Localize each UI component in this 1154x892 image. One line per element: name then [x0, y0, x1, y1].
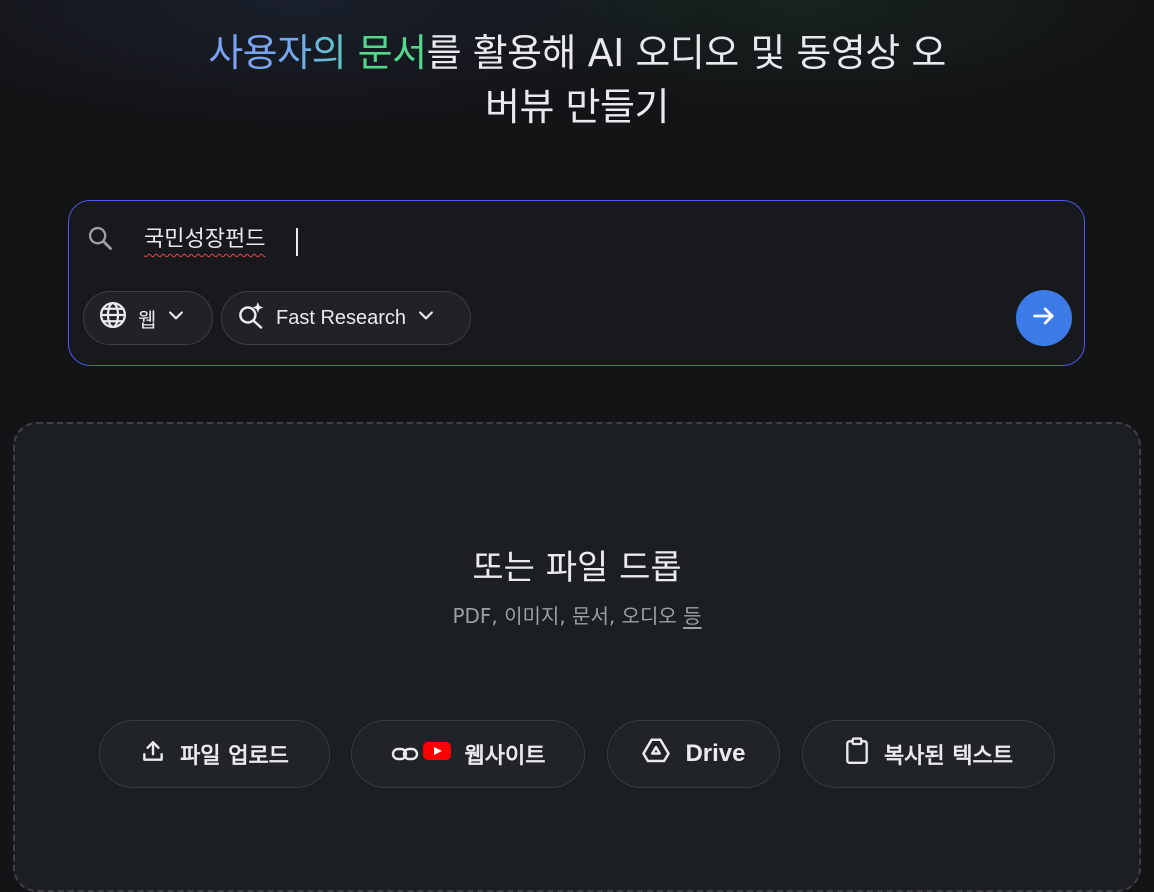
headline-rest: 를 활용해 AI 오디오 및 동영상 오: [426, 31, 947, 75]
source-type-label: 웹: [138, 309, 157, 332]
research-mode-dropdown[interactable]: Fast Research: [221, 291, 471, 345]
headline-highlight-user: 사용자의: [208, 31, 347, 75]
submit-button[interactable]: [1016, 290, 1072, 346]
drop-zone-subtitle: PDF, 이미지, 문서, 오디오 등: [452, 604, 702, 628]
more-file-types-link[interactable]: 등: [683, 604, 701, 628]
source-type-dropdown[interactable]: 웹: [83, 291, 213, 345]
drop-zone-title: 또는 파일 드롭: [472, 548, 682, 588]
website-button[interactable]: 웹사이트: [351, 720, 585, 788]
drive-button[interactable]: Drive: [607, 720, 780, 788]
drive-icon: [641, 736, 671, 773]
paste-text-button[interactable]: 복사된 텍스트: [802, 720, 1055, 788]
headline-line-2: 버뷰 만들기: [485, 85, 669, 129]
text-caret: [296, 228, 298, 256]
headline-line-1: 사용자의 문서를 활용해 AI 오디오 및 동영상 오: [0, 26, 1154, 80]
file-drop-zone[interactable]: [13, 422, 1141, 892]
research-mode-label: Fast Research: [276, 306, 407, 329]
arrow-right-icon: [1030, 302, 1058, 334]
search-input[interactable]: 국민성장펀드: [144, 222, 265, 258]
link-icon: [391, 744, 419, 764]
paste-text-label: 복사된 텍스트: [883, 744, 1014, 769]
drive-label: Drive: [685, 740, 746, 767]
chevron-down-icon: [166, 305, 186, 331]
search-icon: [86, 224, 114, 252]
sparkle-search-icon: [236, 300, 266, 336]
globe-icon: [98, 300, 128, 336]
chevron-down-icon: [416, 305, 436, 331]
website-label: 웹사이트: [464, 744, 546, 769]
upload-icon: [140, 738, 166, 770]
page-headline: 사용자의 문서를 활용해 AI 오디오 및 동영상 오 버뷰 만들기: [0, 26, 1154, 134]
headline-highlight-docs: 문서: [357, 31, 427, 75]
youtube-icon: [422, 741, 451, 767]
clipboard-icon: [844, 737, 870, 771]
upload-file-button[interactable]: 파일 업로드: [99, 720, 330, 788]
upload-file-label: 파일 업로드: [180, 744, 289, 769]
